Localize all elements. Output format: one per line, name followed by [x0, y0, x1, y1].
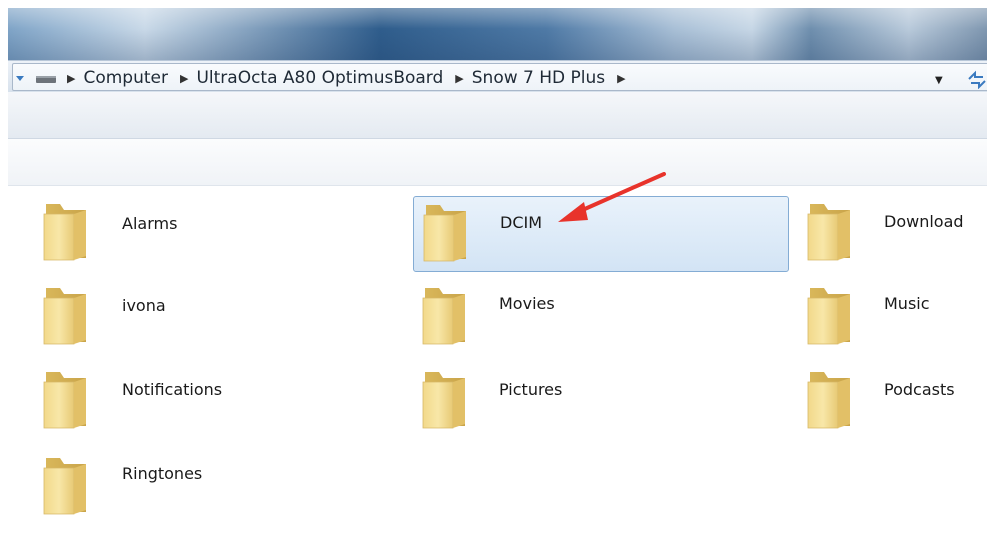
folder-item-movies[interactable]: Movies	[413, 278, 789, 354]
folder-icon	[804, 368, 854, 430]
folder-icon	[804, 200, 854, 262]
folder-label: Alarms	[122, 214, 178, 233]
address-bar: ▶ Computer ▶ UltraOcta A80 OptimusBoard …	[8, 60, 987, 94]
breadcrumb-folder[interactable]: Snow 7 HD Plus	[472, 68, 605, 88]
folder-icon	[40, 200, 90, 262]
folder-item-music[interactable]: Music	[798, 278, 987, 354]
folder-icon	[40, 284, 90, 346]
window-title-bar	[8, 8, 987, 60]
drive-icon	[36, 76, 56, 83]
folder-label: Notifications	[122, 380, 223, 399]
folder-label: Movies	[499, 294, 555, 313]
folder-item-notifications[interactable]: Notifications	[32, 362, 392, 438]
folder-label: Pictures	[499, 380, 563, 399]
chevron-right-icon[interactable]: ▶	[617, 72, 625, 85]
folder-label: DCIM	[500, 213, 543, 232]
breadcrumb-computer[interactable]: Computer	[83, 68, 168, 88]
folder-label: ivona	[122, 296, 166, 315]
folder-item-download[interactable]: Download	[798, 194, 987, 270]
dropdown-arrow-icon[interactable]: ▼	[935, 75, 943, 86]
folder-icon	[420, 201, 470, 263]
folder-item-ivona[interactable]: ivona	[32, 278, 392, 354]
red-arrow-icon	[558, 172, 666, 222]
title-bar-gloss	[8, 8, 987, 60]
chevron-right-icon[interactable]: ▶	[180, 72, 188, 85]
chevron-right-icon[interactable]: ▶	[455, 72, 463, 85]
folder-item-alarms[interactable]: Alarms	[32, 194, 392, 270]
command-bar	[8, 92, 987, 139]
address-box[interactable]: ▶ Computer ▶ UltraOcta A80 OptimusBoard …	[12, 63, 987, 91]
folder-icon	[40, 368, 90, 430]
folder-icon	[419, 284, 469, 346]
folder-label: Podcasts	[884, 380, 955, 399]
nav-down-icon[interactable]	[15, 73, 25, 83]
folder-item-podcasts[interactable]: Podcasts	[798, 362, 987, 438]
folder-icon	[419, 368, 469, 430]
folder-item-ringtones[interactable]: Ringtones	[32, 448, 392, 524]
file-list: Alarms DCIM Download ivona Movies Music …	[8, 186, 987, 555]
column-header-bar	[8, 139, 987, 186]
chevron-right-icon[interactable]: ▶	[67, 72, 75, 85]
folder-label: Music	[884, 294, 930, 313]
folder-item-pictures[interactable]: Pictures	[413, 362, 789, 438]
folder-label: Download	[884, 212, 964, 231]
folder-label: Ringtones	[122, 464, 203, 483]
folder-icon	[40, 454, 90, 516]
folder-icon	[804, 284, 854, 346]
breadcrumb: ▶ Computer ▶ UltraOcta A80 OptimusBoard …	[63, 67, 634, 89]
breadcrumb-device[interactable]: UltraOcta A80 OptimusBoard	[196, 68, 443, 88]
refresh-icon[interactable]	[965, 67, 987, 89]
